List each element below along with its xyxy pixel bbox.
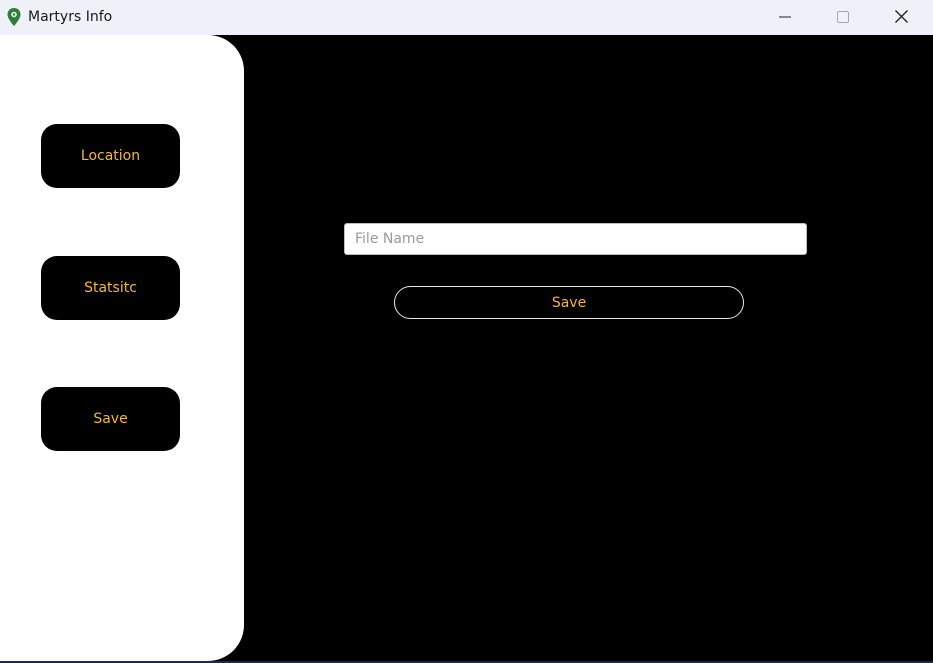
location-button[interactable]: Location — [41, 124, 180, 188]
sidebar-save-button[interactable]: Save — [41, 387, 180, 451]
close-icon — [894, 8, 908, 27]
save-file-button[interactable]: Save — [394, 286, 744, 319]
close-button[interactable] — [872, 0, 930, 35]
minimize-button[interactable] — [756, 0, 814, 35]
sidebar: Location Statsitc Save — [0, 35, 244, 661]
maximize-icon — [837, 8, 849, 27]
app-window: Martyrs Info Location Statsitc Save Save — [0, 0, 933, 663]
window-title: Martyrs Info — [28, 9, 113, 25]
statistic-button[interactable]: Statsitc — [41, 256, 180, 320]
map-pin-icon — [7, 8, 21, 26]
title-bar[interactable]: Martyrs Info — [0, 0, 933, 35]
minimize-icon — [779, 8, 791, 27]
maximize-button[interactable] — [814, 0, 872, 35]
file-name-input[interactable] — [344, 223, 807, 255]
main-content: Location Statsitc Save Save — [0, 35, 933, 663]
